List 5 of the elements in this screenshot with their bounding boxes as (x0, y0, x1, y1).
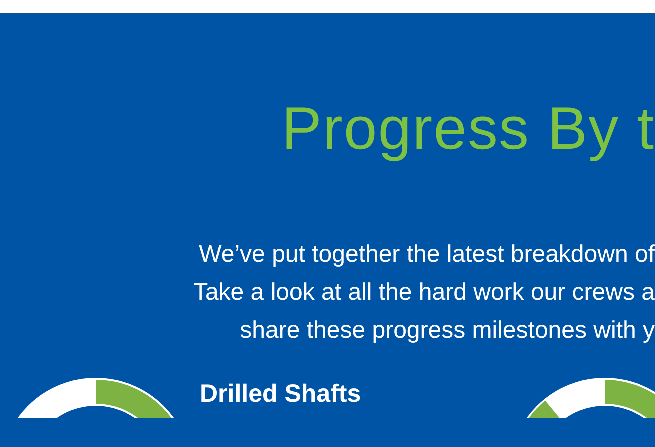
milestone-title: Drilled Shafts (200, 379, 362, 410)
intro-text: Take a look at all the hard work our crews a (192, 278, 655, 308)
page-title: Progress By t (280, 94, 655, 164)
intro-text: We’ve put together the latest breakdown of (198, 240, 655, 270)
intro-text: share these progress milestones with y (239, 316, 655, 346)
